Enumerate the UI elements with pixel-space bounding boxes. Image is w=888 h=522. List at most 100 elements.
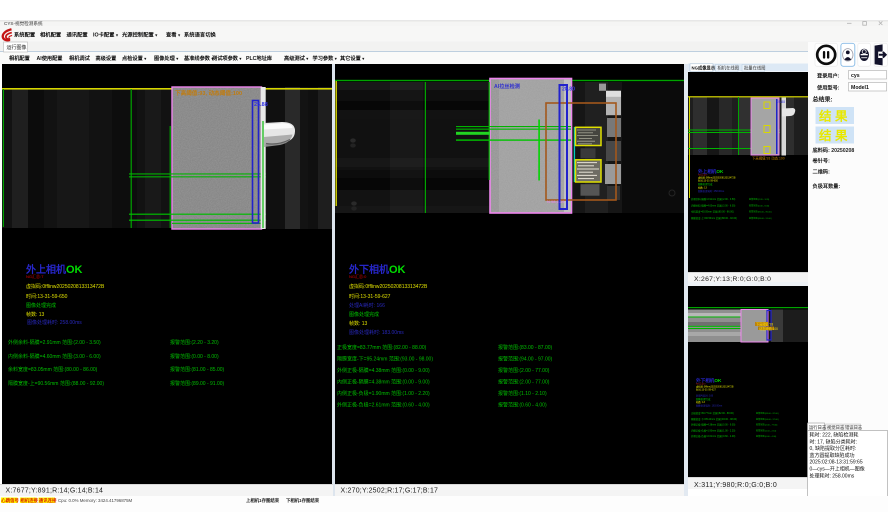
svg-text:图像处理完成: 图像处理完成 [696, 397, 711, 401]
svg-text:0, 缺陷提取分区耗时:: 0, 缺陷提取分区耗时: [810, 445, 857, 452]
svg-text:余料宽度=83.05mm 范围:(80.00 - 86.00: 余料宽度=83.05mm 范围:(80.00 - 86.00) [8, 366, 98, 373]
svg-text:通讯连接: 通讯连接 [39, 497, 57, 504]
svg-text:报警范围:(94.00 - 97.00): 报警范围:(94.00 - 97.00) [498, 356, 553, 363]
svg-text:0—cys—开上相机—图像: 0—cys—开上相机—图像 [810, 466, 865, 473]
svg-text:Cpu: 0.0% Memory: 3424.4179687: Cpu: 0.0% Memory: 3424.41796875M [58, 498, 133, 503]
svg-text:外侧余料-隔膜=2.91mm 范围:(2.00 - 3.50: 外侧余料-隔膜=2.91mm 范围:(2.00 - 3.50) [691, 197, 736, 201]
svg-text:外侧余料-隔膜=2.91mm 范围:(2.00 - 3.50: 外侧余料-隔膜=2.91mm 范围:(2.00 - 3.50) [8, 339, 101, 346]
svg-text:25.88: 25.88 [254, 102, 268, 108]
svg-text:内侧正极-负极=1.90mm 范围:(1.00 - 2.20: 内侧正极-负极=1.90mm 范围:(1.00 - 2.20) [691, 428, 736, 432]
svg-text:虚拟码:0fflinw2025020813313472B: 虚拟码:0fflinw2025020813313472B [349, 283, 428, 290]
svg-text:图像处理完成: 图像处理完成 [349, 311, 379, 318]
svg-text:报警范围:(81.00 - 85.00): 报警范围:(81.00 - 85.00) [749, 209, 772, 213]
svg-text:外侧正极-隔膜=4.38mm 范围:(0.00 - 9.00: 外侧正极-隔膜=4.38mm 范围:(0.00 - 9.00) [337, 367, 430, 374]
svg-text:内侧正极-负极=1.90mm 范围:(1.00 - 2.20: 内侧正极-负极=1.90mm 范围:(1.00 - 2.20) [337, 390, 430, 397]
svg-text:帧数: 13: 帧数: 13 [698, 185, 707, 189]
svg-text:蓝方圆提取缺陷成功: 蓝方圆提取缺陷成功 [810, 452, 855, 459]
svg-text:心跳信号: 心跳信号 [1, 497, 19, 504]
svg-text:视觉日志: 视觉日志 [827, 424, 845, 431]
svg-text:负极耳数量:: 负极耳数量: [813, 182, 841, 190]
svg-text:内侧正极-隔膜=4.38mm 范围:(0.00 - 9.00: 内侧正极-隔膜=4.38mm 范围:(0.00 - 9.00) [337, 379, 430, 386]
svg-text:2025:02:08-13:31:59:65: 2025:02:08-13:31:59:65 [810, 460, 863, 466]
svg-text:正极宽度=83.77mm 范围:(82.00 - 88.00: 正极宽度=83.77mm 范围:(82.00 - 88.00) [691, 411, 734, 415]
svg-text:处理耗时: 258.00ms: 处理耗时: 258.00ms [810, 472, 855, 479]
svg-text:Model1: Model1 [851, 85, 869, 91]
svg-text:内侧余料-隔膜=4.60mm 范围:(3.00 - 6.00: 内侧余料-隔膜=4.60mm 范围:(3.00 - 6.00) [8, 353, 101, 360]
svg-text:图像处理完成: 图像处理完成 [698, 182, 713, 186]
svg-text:图像处理耗时: 183.00ms: 图像处理耗时: 183.00ms [696, 404, 723, 408]
svg-text:处理AI耗时: 166: 处理AI耗时: 166 [349, 302, 385, 309]
svg-text:报警范围:(2.00 - 77.00): 报警范围:(2.00 - 77.00) [498, 367, 550, 374]
svg-text:NG成像显示: NG成像显示 [692, 64, 716, 71]
svg-text:基准线参数 ▾: 基准线参数 ▾ [183, 54, 214, 62]
svg-text:使用型号:: 使用型号: [816, 84, 840, 92]
svg-text:报警范围:(83.00 - 87.00): 报警范围:(83.00 - 87.00) [756, 411, 779, 415]
svg-text:图像处理耗时: 258.00ms: 图像处理耗时: 258.00ms [27, 319, 82, 326]
svg-text:时间:13-31-59-627: 时间:13-31-59-627 [696, 388, 716, 392]
svg-text:时间:13-31-59-650: 时间:13-31-59-650 [26, 293, 68, 300]
svg-text:AI拉丝检测: AI拉丝检测 [494, 82, 520, 90]
svg-text:总结果:: 总结果: [813, 96, 833, 104]
svg-text:帧数: 13: 帧数: 13 [349, 320, 368, 327]
svg-text:时间:13-31-59-627: 时间:13-31-59-627 [349, 293, 391, 300]
svg-text:学习参数 ▾: 学习参数 ▾ [313, 54, 338, 62]
svg-text:帧数: 13: 帧数: 13 [26, 311, 45, 318]
svg-text:上相机1存图结束: 上相机1存图结束 [246, 497, 280, 504]
svg-text:28.80: 28.80 [562, 87, 575, 93]
svg-text:IO卡配置 ▾: IO卡配置 ▾ [93, 31, 119, 39]
svg-text:内侧余料-隔膜=4.60mm 范围:(3.00 - 6.00: 内侧余料-隔膜=4.60mm 范围:(3.00 - 6.00) [691, 203, 736, 207]
svg-text:二维码:: 二维码: [813, 168, 831, 176]
svg-text:高级测试 ▾: 高级测试 ▾ [284, 54, 309, 62]
svg-text:NG汇总:0: NG汇总:0 [349, 273, 367, 279]
svg-text:系统语言切换: 系统语言切换 [184, 31, 216, 39]
svg-text:结 果: 结 果 [819, 128, 848, 143]
svg-text:处理AI耗时: 166: 处理AI耗时: 166 [696, 393, 714, 397]
svg-text:图像处理 ▾: 图像处理 ▾ [154, 54, 179, 62]
svg-text:外侧正极-负极=2.61mm 范围:(0.60 - 4.00: 外侧正极-负极=2.61mm 范围:(0.60 - 4.00) [691, 434, 736, 438]
svg-text:帧数: 13: 帧数: 13 [696, 400, 705, 404]
svg-text:图像处理耗时: 258.00ms: 图像处理耗时: 258.00ms [698, 188, 725, 192]
svg-text:报警范围:(89.00 - 91.00): 报警范围:(89.00 - 91.00) [170, 380, 225, 387]
svg-text:动态阈值:100: 动态阈值:100 [759, 326, 778, 331]
svg-text:登录用户:: 登录用户: [816, 72, 840, 80]
svg-text:系统配置: 系统配置 [14, 31, 36, 39]
svg-text:图像处理完成: 图像处理完成 [26, 302, 56, 309]
svg-text:AI使用配置: AI使用配置 [37, 54, 63, 62]
svg-text:CYS-视觉检测系统: CYS-视觉检测系统 [4, 20, 43, 27]
svg-text:报警范围:(0.60 - 4.00): 报警范围:(0.60 - 4.00) [756, 434, 777, 438]
svg-text:其它设置 ▾: 其它设置 ▾ [340, 54, 365, 62]
svg-text:报警范围:(2.00 - 77.00): 报警范围:(2.00 - 77.00) [498, 379, 550, 386]
svg-text:下高阈值:93, 动态阈值:100: 下高阈值:93, 动态阈值:100 [175, 89, 242, 97]
svg-text:NG汇总:T: NG汇总:T [26, 273, 44, 279]
svg-text:下高阈值:93 动态:100: 下高阈值:93 动态:100 [752, 155, 785, 160]
svg-text:相机配置: 相机配置 [9, 54, 30, 62]
svg-text:查看 ▾: 查看 ▾ [166, 31, 181, 39]
svg-text:报警范围:(2.00 - 77.00): 报警范围:(2.00 - 77.00) [756, 423, 778, 427]
svg-text:报警范围:(89.00 - 91.00): 报警范围:(89.00 - 91.00) [749, 215, 772, 219]
svg-text:虚拟码:0fflinw2025020813313472B: 虚拟码:0fflinw2025020813313472B [26, 283, 105, 290]
svg-text:卷针号:: 卷针号: [812, 157, 831, 165]
svg-text:报警范围:(2.20 - 3.20): 报警范围:(2.20 - 3.20) [170, 339, 219, 346]
svg-text:错误日志: 错误日志 [845, 424, 863, 431]
svg-text:光源控制配置 ▾: 光源控制配置 ▾ [121, 31, 158, 39]
svg-text:相机调试: 相机调试 [69, 54, 91, 62]
svg-text:报警范围:(1.10 - 2.10): 报警范围:(1.10 - 2.10) [756, 428, 777, 432]
svg-text:正极宽度=83.77mm 范围:(82.00 - 88.00: 正极宽度=83.77mm 范围:(82.00 - 88.00) [337, 344, 427, 351]
svg-text:外侧正极-隔膜=4.38mm 范围:(0.00 - 9.00: 外侧正极-隔膜=4.38mm 范围:(0.00 - 9.00) [691, 423, 736, 427]
svg-text:运行日志: 运行日志 [809, 424, 827, 431]
svg-text:下相机1存图结束: 下相机1存图结束 [286, 497, 320, 504]
svg-text:cys: cys [851, 73, 860, 79]
svg-text:X:270;Y:2502;R:17;G:17;B:17: X:270;Y:2502;R:17;G:17;B:17 [341, 488, 439, 495]
svg-text:相机连接: 相机连接 [20, 497, 38, 504]
svg-text:隔膜宽度-上=90.56mm 范围:(88.00 - 92.: 隔膜宽度-上=90.56mm 范围:(88.00 - 92.00) [8, 380, 104, 387]
svg-text:余料宽度=83.05mm 范围:(80.00 - 86.00: 余料宽度=83.05mm 范围:(80.00 - 86.00) [691, 209, 734, 213]
svg-text:N.98;1.19: N.98;1.19 [547, 199, 565, 204]
svg-text:报警范围:(94.00 - 97.00): 报警范围:(94.00 - 97.00) [756, 417, 779, 421]
svg-text:报警范围:(2.20 - 3.20): 报警范围:(2.20 - 3.20) [749, 197, 770, 201]
svg-text:图像处理耗时: 183.00ms: 图像处理耗时: 183.00ms [349, 329, 404, 336]
svg-text:高级设置: 高级设置 [96, 54, 117, 62]
svg-text:运行图像: 运行图像 [7, 44, 27, 51]
svg-text:相机配置: 相机配置 [40, 31, 62, 39]
svg-text:点检设置 ▾: 点检设置 ▾ [122, 54, 147, 62]
svg-text:测试项参数 ▾: 测试项参数 ▾ [212, 54, 242, 62]
